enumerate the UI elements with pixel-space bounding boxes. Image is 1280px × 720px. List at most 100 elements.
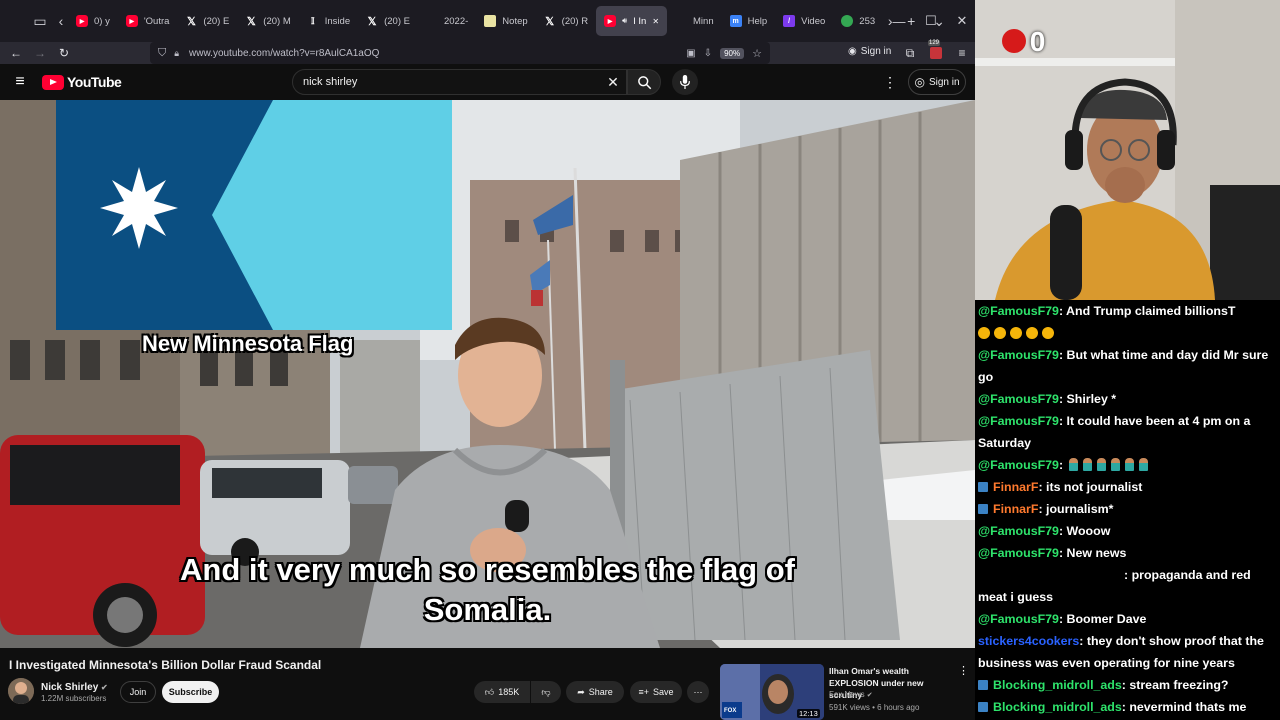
- join-button[interactable]: Join: [120, 681, 156, 703]
- chat-message: FinnarF: journalism*: [978, 498, 1278, 520]
- laughing-emoji-icon: [1010, 327, 1022, 339]
- user-circle-icon: ◎: [914, 75, 925, 89]
- youtube-signin-button[interactable]: ◎ Sign in: [908, 69, 966, 95]
- chat-text: : And Trump claimed billionsT: [1058, 304, 1236, 318]
- browser-tab[interactable]: / Video: [775, 6, 833, 36]
- chat-text: : journalism*: [1038, 502, 1114, 516]
- person-emoji-icon: [1069, 458, 1079, 471]
- chat-message: @FamousF79: Boomer Dave: [978, 608, 1278, 630]
- recommended-channel[interactable]: Fox News ✔: [829, 690, 873, 699]
- browser-tab[interactable]: Minn: [667, 6, 722, 36]
- search-button[interactable]: [627, 69, 661, 95]
- hamburger-menu-icon[interactable]: ≡: [10, 72, 30, 92]
- tab-scroll-left-icon[interactable]: ‹: [54, 7, 68, 35]
- close-tab-icon[interactable]: ✕: [652, 17, 659, 26]
- youtube-icon: ▶: [76, 15, 88, 27]
- forward-icon[interactable]: →: [28, 42, 52, 64]
- chat-username[interactable]: @FamousF79: [978, 392, 1059, 406]
- chat-username[interactable]: FinnarF: [993, 480, 1038, 494]
- browser-tab[interactable]: ▶ 0) y: [68, 6, 118, 36]
- browser-tab-label: Inside: [324, 15, 351, 27]
- chat-username[interactable]: @FamousF79: [978, 612, 1059, 626]
- browser-tab[interactable]: 𝕏 (20) M: [237, 6, 298, 36]
- url-bar[interactable]: ⛉ 🔒︎ www.youtube.com/watch?v=r8AulCA1aOQ…: [150, 42, 770, 64]
- chat-username[interactable]: Blocking_midroll_ads: [993, 700, 1122, 714]
- chat-message: @FamousF79: It could have been at 4 pm o…: [978, 410, 1278, 454]
- reader-icon[interactable]: ▣: [686, 48, 695, 59]
- browser-tab[interactable]: 𝕀 Inside: [299, 6, 358, 36]
- like-button[interactable]: 👍︎ 185K: [474, 681, 530, 703]
- shield-icon[interactable]: ⛉: [158, 47, 166, 60]
- browser-tab[interactable]: ▶ 🔊︎ I In ✕: [596, 6, 668, 36]
- chat-username[interactable]: @FamousF79: [978, 546, 1059, 560]
- search-input[interactable]: nick shirley: [292, 69, 627, 95]
- maps-icon: [841, 15, 854, 27]
- person-emoji-icon: [1111, 458, 1121, 471]
- browser-tab-label: (20) E: [384, 15, 410, 27]
- zoom-level[interactable]: 90%: [720, 47, 745, 59]
- chat-username[interactable]: FinnarF: [993, 502, 1038, 516]
- avatar-image: [8, 678, 34, 704]
- extension-badge-icon[interactable]: 129: [924, 40, 948, 64]
- channel-avatar[interactable]: [8, 678, 34, 704]
- screen: ▭ ‹ ▶ 0) y ▶ 'Outra 𝕏 (20) E 𝕏 (20) M 𝕀 Inside 𝕏 (2…: [0, 0, 1280, 720]
- save-button[interactable]: ≡+ Save: [630, 681, 682, 703]
- browser-tab-label: 253: [859, 15, 876, 27]
- more-options-icon[interactable]: ⋮: [882, 72, 898, 92]
- more-actions-button[interactable]: ⋯: [687, 681, 709, 703]
- bookmark-star-icon[interactable]: ☆: [752, 47, 762, 60]
- app-menu-icon[interactable]: ≡: [950, 42, 974, 64]
- chat-text: : propaganda and red meat i guess: [978, 568, 1251, 604]
- chat-username[interactable]: Blocking_midroll_ads: [993, 678, 1122, 692]
- share-button[interactable]: ➦ Share: [566, 681, 624, 703]
- voice-search-button[interactable]: [672, 69, 698, 95]
- browser-tab[interactable]: 𝕏 (20) E: [358, 6, 418, 36]
- x-icon: 𝕏: [186, 15, 196, 28]
- subscribe-button[interactable]: Subscribe: [162, 681, 219, 703]
- close-window-icon[interactable]: ✕: [946, 0, 978, 42]
- url-text: www.youtube.com/watch?v=r8AulCA1aOQ: [189, 47, 380, 59]
- subscriber-count: 1.22M subscribers: [41, 694, 107, 703]
- stream-logo-icon: [1002, 29, 1026, 53]
- youtube-logo[interactable]: YouTube: [42, 74, 122, 90]
- video-player[interactable]: New Minnesota Flag And it very much so r…: [0, 100, 975, 648]
- back-icon[interactable]: ←: [4, 42, 28, 64]
- download-page-icon[interactable]: ⇩: [704, 48, 712, 59]
- platform-badge-icon: [978, 702, 988, 712]
- maximize-icon[interactable]: ☐: [915, 0, 947, 42]
- chat-username[interactable]: @FamousF79: [978, 524, 1059, 538]
- browser-tab[interactable]: 2022-: [418, 6, 476, 36]
- chat-message: @FamousF79: New news: [978, 542, 1278, 564]
- chat-message: : propaganda and red meat i guess: [978, 564, 1278, 608]
- recommended-more-icon[interactable]: ⋮: [958, 664, 969, 677]
- minimize-icon[interactable]: —: [883, 0, 915, 42]
- stream-overlay-counter: 0: [1002, 26, 1045, 58]
- dislike-button[interactable]: 👎︎: [531, 681, 561, 703]
- chat-message: @FamousF79: Shirley *: [978, 388, 1278, 410]
- browser-tab[interactable]: 253: [833, 6, 883, 36]
- like-count: 185K: [498, 687, 520, 697]
- reload-icon[interactable]: ↻: [52, 42, 76, 64]
- browser-tab[interactable]: ▶ 'Outra: [118, 6, 178, 36]
- browser-account-button[interactable]: ◉ Sign in: [848, 46, 891, 57]
- tab-overview-icon[interactable]: ▭: [26, 7, 54, 35]
- chat-text: : nevermind thats me: [1121, 700, 1247, 714]
- clear-search-icon[interactable]: ✕: [604, 73, 622, 91]
- chat-username[interactable]: stickers4cookers: [978, 634, 1079, 648]
- chat-username[interactable]: @FamousF79: [978, 348, 1059, 362]
- speaker-icon[interactable]: 🔊︎: [622, 16, 627, 26]
- chat-username[interactable]: @FamousF79: [978, 304, 1059, 318]
- extensions-icon[interactable]: ⧉: [898, 42, 922, 64]
- browser-tab[interactable]: m Help: [722, 6, 776, 36]
- notepad-icon: [484, 15, 497, 27]
- browser-tab[interactable]: 𝕏 (20) R: [536, 6, 596, 36]
- blank-icon: [426, 15, 438, 27]
- chat-username[interactable]: @FamousF79: [978, 458, 1059, 472]
- chat-username[interactable]: @FamousF79: [978, 414, 1059, 428]
- browser-tab[interactable]: 𝕏 (20) E: [177, 6, 237, 36]
- lock-icon: 🔒︎: [174, 47, 180, 58]
- browser-tab[interactable]: Notep: [476, 6, 535, 36]
- channel-name[interactable]: Nick Shirley ✔: [41, 682, 108, 693]
- youtube-icon: ▶: [604, 15, 617, 27]
- tab-strip: ▶ 0) y ▶ 'Outra 𝕏 (20) E 𝕏 (20) M 𝕀 Inside 𝕏 (20) E…: [68, 6, 883, 36]
